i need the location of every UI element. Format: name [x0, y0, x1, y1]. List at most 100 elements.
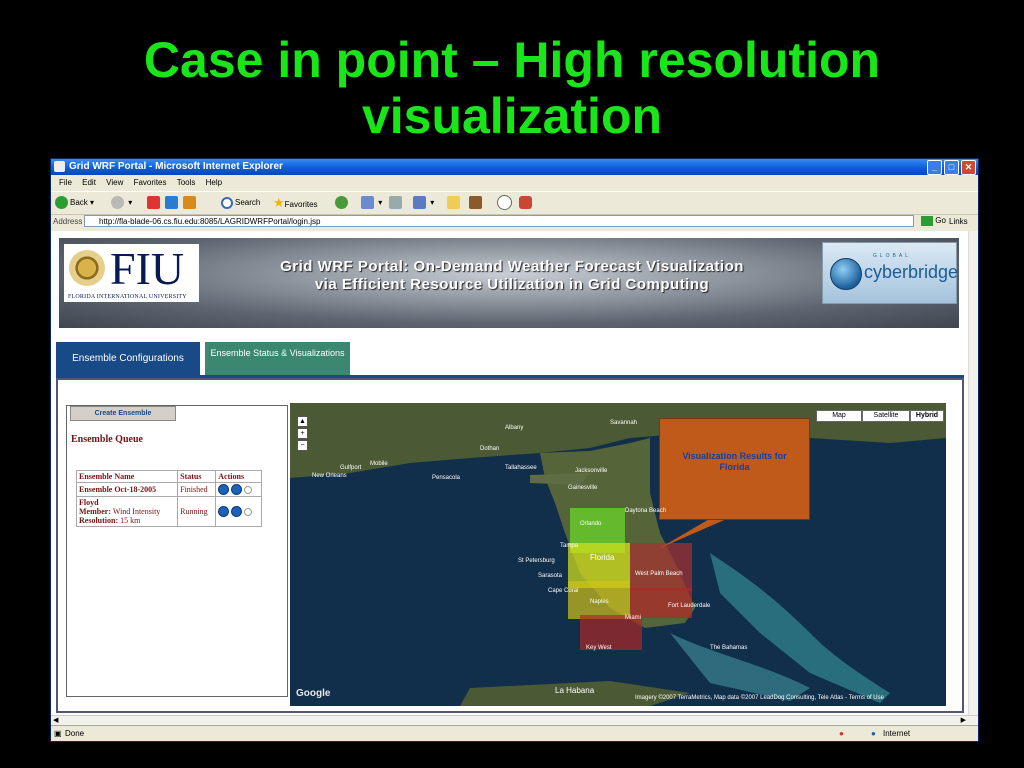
search-label: Search: [235, 198, 261, 207]
internet-zone-icon: ●: [871, 729, 876, 738]
menu-view[interactable]: View: [106, 178, 123, 187]
home-button[interactable]: [183, 195, 198, 211]
forward-button[interactable]: ▾: [111, 195, 132, 211]
pan-up-button[interactable]: ▲: [297, 416, 308, 427]
edit-icon: [413, 196, 426, 210]
col-status: Status: [177, 470, 217, 483]
mail-button[interactable]: ▾: [361, 195, 382, 211]
globe-icon: [830, 258, 862, 290]
zoom-in-button[interactable]: +: [297, 428, 308, 439]
back-icon: [55, 196, 68, 210]
scroll-left-icon[interactable]: ◀: [53, 716, 58, 724]
visualization-callout: Visualization Results for Florida: [659, 418, 810, 520]
popup-blocked-icon: ●: [839, 729, 844, 738]
overlay-cell-east: [630, 543, 692, 591]
ensemble-name-text: Floyd: [79, 498, 99, 507]
play-icon[interactable]: [218, 484, 230, 495]
print-icon: [389, 196, 402, 210]
history-button[interactable]: [335, 195, 350, 211]
callout-text: Visualization Results for Florida: [682, 451, 787, 472]
back-button[interactable]: Back ▾: [55, 195, 94, 211]
zoom-out-button[interactable]: −: [297, 440, 308, 451]
address-label: Address: [53, 217, 83, 226]
menu-bar: File Edit View Favorites Tools Help: [51, 175, 978, 191]
portal-title-line2: via Efficient Resource Utilization in Gr…: [314, 276, 710, 293]
search-button[interactable]: Search: [221, 195, 260, 211]
ie-icon: [54, 161, 65, 172]
fiu-seal: [69, 250, 105, 286]
ensemble-actions: [215, 496, 262, 527]
map-type-hybrid[interactable]: Hybrid: [910, 410, 944, 422]
menu-edit[interactable]: Edit: [82, 178, 96, 187]
status-bar: ▣ Done ● ● Internet: [51, 725, 978, 741]
map-label: Key West: [586, 645, 612, 651]
status-text: Done: [65, 729, 85, 738]
home-icon: [183, 196, 196, 210]
favorites-button[interactable]: ★Favorites: [273, 195, 318, 211]
ensemble-queue-table: Ensemble Name Status Actions Ensemble Oc…: [75, 470, 262, 527]
links-button[interactable]: Links: [949, 214, 968, 230]
scroll-right-icon[interactable]: ▶: [961, 716, 966, 724]
cyberbridges-logo: GLOBAL cyberbridges: [822, 242, 959, 304]
refresh-button[interactable]: [165, 195, 180, 211]
member-value: Wind Intensity: [112, 507, 161, 516]
folder-button[interactable]: [447, 195, 462, 211]
go-button[interactable]: Go: [921, 215, 946, 227]
favorites-label: Favorites: [284, 200, 318, 209]
stop-button[interactable]: [147, 195, 162, 211]
extra-icon: [519, 196, 532, 210]
search-icon: [221, 196, 233, 209]
google-map[interactable]: ▲ + − Map Satellite Hybrid Visualization…: [290, 403, 946, 706]
resolution-value: 15 km: [120, 516, 141, 525]
play-icon[interactable]: [218, 506, 230, 517]
map-label: St Petersburg: [518, 558, 555, 564]
ensemble-status: Running: [177, 496, 217, 527]
print-button[interactable]: [389, 195, 404, 211]
minimize-button[interactable]: _: [927, 160, 942, 175]
map-label: Naples: [590, 599, 609, 605]
menu-favorites[interactable]: Favorites: [134, 178, 167, 187]
map-label: Mobile: [370, 461, 388, 467]
col-actions: Actions: [215, 470, 262, 483]
window-title: Grid WRF Portal - Microsoft Internet Exp…: [69, 161, 283, 172]
go-icon: [921, 215, 933, 226]
url-text: http://fla-blade-06.cs.fiu.edu:8085/LAGR…: [99, 217, 321, 226]
address-input[interactable]: http://fla-blade-06.cs.fiu.edu:8085/LAGR…: [84, 215, 914, 227]
create-ensemble-button[interactable]: Create Ensemble: [70, 406, 176, 421]
back-label: Back: [70, 198, 88, 207]
map-label: Dothan: [480, 446, 500, 452]
map-type-satellite[interactable]: Satellite: [862, 410, 910, 422]
stop-icon[interactable]: [231, 484, 243, 495]
browser-toolbar: Back ▾ ▾ Search ★Favorites ▾ ▾: [51, 191, 978, 215]
map-type-map[interactable]: Map: [816, 410, 862, 422]
col-ensemble-name: Ensemble Name: [75, 470, 179, 483]
map-label: Florida: [590, 553, 615, 562]
extra-button[interactable]: [519, 195, 534, 211]
map-imagery: [290, 403, 946, 706]
map-label: Tampa: [560, 543, 579, 549]
menu-tools[interactable]: Tools: [177, 178, 196, 187]
map-attribution[interactable]: Imagery ©2007 TerraMetrics, Map data ©20…: [635, 695, 884, 701]
map-label: Fort Lauderdale: [668, 603, 711, 609]
maximize-button[interactable]: □: [944, 160, 959, 175]
research-button[interactable]: [469, 195, 484, 211]
stop-icon[interactable]: [231, 506, 243, 517]
magnify-icon[interactable]: [244, 507, 253, 516]
menu-file[interactable]: File: [59, 178, 72, 187]
resolution-label: Resolution:: [79, 516, 119, 525]
close-button[interactable]: ✕: [961, 160, 976, 175]
table-row: Floyd Member: Wind Intensity Resolution:…: [75, 496, 262, 527]
history-icon: [335, 196, 348, 210]
tab-ensemble-configurations[interactable]: Ensemble Configurations: [56, 342, 200, 375]
edit-button[interactable]: ▾: [413, 195, 434, 211]
menu-help[interactable]: Help: [206, 178, 222, 187]
map-nav-control: ▲ + −: [296, 415, 309, 452]
messenger-button[interactable]: [497, 195, 514, 211]
forward-icon: [111, 196, 124, 210]
map-label: Pensacola: [432, 475, 461, 481]
vertical-scrollbar[interactable]: [968, 231, 978, 715]
tab-ensemble-status[interactable]: Ensemble Status & Visualizations: [205, 342, 350, 375]
map-label: Gulfport: [340, 465, 362, 471]
magnify-icon[interactable]: [244, 485, 253, 494]
refresh-icon: [165, 196, 178, 210]
